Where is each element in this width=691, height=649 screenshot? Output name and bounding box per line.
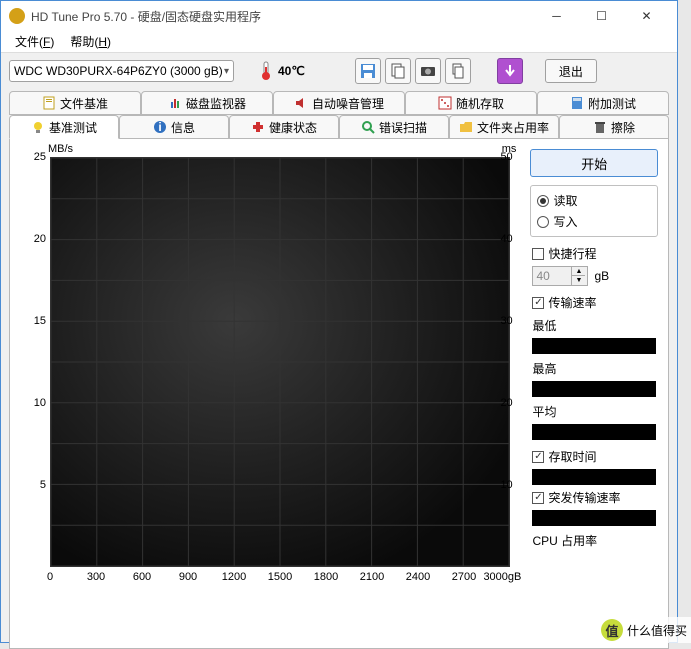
checkbox-icon bbox=[532, 451, 544, 463]
ytick-r: 50 bbox=[500, 151, 518, 163]
health-icon bbox=[251, 120, 265, 134]
temperature: 40℃ bbox=[258, 61, 305, 81]
avg-label: 平均 bbox=[532, 403, 656, 420]
titlebar: HD Tune Pro 5.70 - 硬盘/固态硬盘实用程序 ─ ☐ ✕ bbox=[1, 1, 677, 31]
ytick-l: 25 bbox=[28, 151, 46, 163]
down-arrow-button[interactable] bbox=[497, 58, 523, 84]
xtick: 300 bbox=[87, 571, 105, 583]
watermark-text: 什么值得买 bbox=[627, 622, 687, 639]
avg-value bbox=[532, 424, 656, 440]
shortstroke-value[interactable] bbox=[533, 269, 571, 283]
max-label: 最高 bbox=[532, 360, 656, 377]
xtick: 1800 bbox=[314, 571, 338, 583]
minimize-button[interactable]: ─ bbox=[534, 2, 579, 30]
speaker-icon bbox=[294, 96, 308, 110]
search-icon bbox=[361, 120, 375, 134]
xtick: 1500 bbox=[268, 571, 292, 583]
ytick-r: 20 bbox=[500, 397, 518, 409]
start-button[interactable]: 开始 bbox=[530, 149, 658, 177]
calculator-icon bbox=[570, 96, 584, 110]
svg-text:i: i bbox=[158, 120, 161, 134]
benchmark-chart: MB/s ms 25 20 15 10 5 50 40 30 20 10 0 3… bbox=[20, 149, 520, 599]
menu-help[interactable]: 帮助(H) bbox=[62, 31, 119, 52]
copy-button[interactable] bbox=[445, 58, 471, 84]
watermark: 值 什么值得买 bbox=[597, 617, 691, 643]
tab-file-benchmark[interactable]: 文件基准 bbox=[9, 91, 141, 115]
checkbox-icon bbox=[532, 248, 544, 260]
trash-icon bbox=[593, 120, 607, 134]
radio-icon bbox=[537, 216, 549, 228]
watermark-logo-icon: 值 bbox=[601, 619, 623, 641]
drive-select[interactable]: WDC WD30PURX-64P6ZY0 (3000 gB) ▾ bbox=[9, 60, 234, 82]
xtick: 600 bbox=[133, 571, 151, 583]
transfer-check[interactable]: 传输速率 bbox=[532, 294, 656, 311]
info-icon: i bbox=[153, 120, 167, 134]
tab-aam[interactable]: 自动噪音管理 bbox=[273, 91, 405, 115]
burst-value bbox=[532, 510, 656, 526]
y-axis-left-label: MB/s bbox=[48, 143, 73, 155]
save-button[interactable] bbox=[355, 58, 381, 84]
burst-check[interactable]: 突发传输速率 bbox=[532, 489, 656, 506]
spin-up-icon[interactable]: ▲ bbox=[572, 267, 585, 276]
xtick: 2400 bbox=[406, 571, 430, 583]
screenshot-button[interactable] bbox=[415, 58, 441, 84]
tab-disk-monitor[interactable]: 磁盘监视器 bbox=[141, 91, 273, 115]
spin-down-icon[interactable]: ▼ bbox=[572, 276, 585, 285]
read-radio[interactable]: 读取 bbox=[537, 192, 651, 209]
ytick-l: 15 bbox=[28, 315, 46, 327]
max-value bbox=[532, 381, 656, 397]
file-icon bbox=[42, 96, 56, 110]
maximize-button[interactable]: ☐ bbox=[579, 2, 624, 30]
cpu-label: CPU 占用率 bbox=[532, 532, 656, 549]
folder-icon bbox=[459, 120, 473, 134]
window-title: HD Tune Pro 5.70 - 硬盘/固态硬盘实用程序 bbox=[31, 8, 534, 25]
exit-button[interactable]: 退出 bbox=[545, 59, 597, 83]
tab-health[interactable]: 健康状态 bbox=[229, 115, 339, 139]
ytick-r: 40 bbox=[500, 233, 518, 245]
ytick-r: 10 bbox=[500, 479, 518, 491]
tab-benchmark[interactable]: 基准测试 bbox=[9, 115, 119, 139]
checkbox-icon bbox=[532, 492, 544, 504]
tab-folder-usage[interactable]: 文件夹占用率 bbox=[449, 115, 559, 139]
bulb-icon bbox=[31, 120, 45, 134]
monitor-icon bbox=[168, 96, 182, 110]
ytick-r: 30 bbox=[500, 315, 518, 327]
shortstroke-unit: gB bbox=[594, 269, 609, 283]
toolbar: WDC WD30PURX-64P6ZY0 (3000 gB) ▾ 40℃ 退出 bbox=[1, 53, 677, 89]
menu-file[interactable]: 文件(F) bbox=[7, 31, 62, 52]
xtick: 1200 bbox=[222, 571, 246, 583]
shortstroke-check[interactable]: 快捷行程 bbox=[532, 245, 656, 262]
xtick: 3000gB bbox=[483, 571, 521, 583]
chevron-down-icon: ▾ bbox=[224, 66, 229, 77]
tab-random-access[interactable]: 随机存取 bbox=[405, 91, 537, 115]
copy-text-button[interactable] bbox=[385, 58, 411, 84]
xtick: 2700 bbox=[452, 571, 476, 583]
tab-extra-tests[interactable]: 附加测试 bbox=[537, 91, 669, 115]
checkbox-icon bbox=[532, 297, 544, 309]
drive-select-value: WDC WD30PURX-64P6ZY0 (3000 gB) bbox=[14, 64, 223, 78]
shortstroke-spinner[interactable]: ▲▼ bbox=[532, 266, 588, 286]
xtick: 2100 bbox=[360, 571, 384, 583]
ytick-l: 10 bbox=[28, 397, 46, 409]
write-radio[interactable]: 写入 bbox=[537, 213, 651, 230]
access-check[interactable]: 存取时间 bbox=[532, 448, 656, 465]
temperature-value: 40℃ bbox=[278, 64, 305, 78]
thermometer-icon bbox=[258, 61, 274, 81]
ytick-l: 20 bbox=[28, 233, 46, 245]
radio-icon bbox=[537, 195, 549, 207]
random-icon bbox=[438, 96, 452, 110]
tab-error-scan[interactable]: 错误扫描 bbox=[339, 115, 449, 139]
xtick: 900 bbox=[179, 571, 197, 583]
min-label: 最低 bbox=[532, 317, 656, 334]
tab-info[interactable]: i信息 bbox=[119, 115, 229, 139]
tab-erase[interactable]: 擦除 bbox=[559, 115, 669, 139]
close-button[interactable]: ✕ bbox=[624, 2, 669, 30]
xtick: 0 bbox=[47, 571, 53, 583]
access-value bbox=[532, 469, 656, 485]
min-value bbox=[532, 338, 656, 354]
menubar: 文件(F) 帮助(H) bbox=[1, 31, 677, 53]
app-icon bbox=[9, 8, 25, 24]
ytick-l: 5 bbox=[28, 479, 46, 491]
